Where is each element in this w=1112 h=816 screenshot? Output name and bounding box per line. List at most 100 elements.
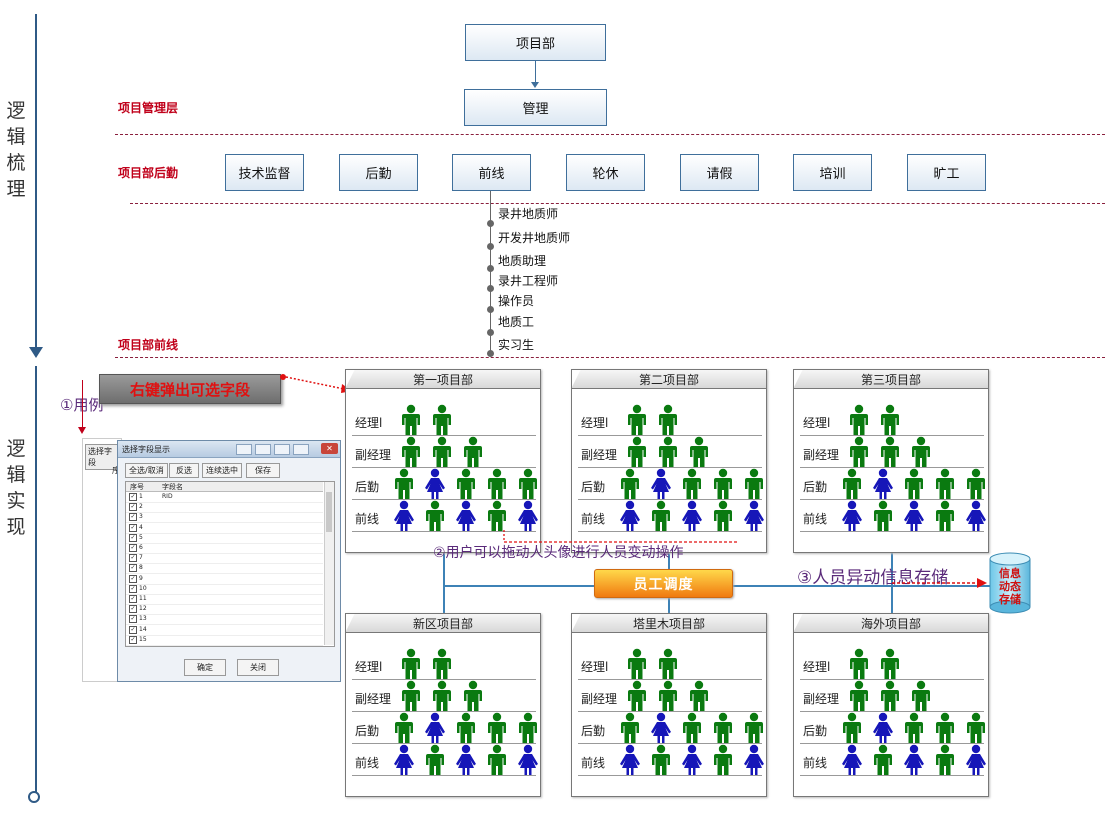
male-person-icon[interactable] (878, 436, 902, 468)
male-person-icon[interactable] (871, 744, 895, 776)
field-scrollbar[interactable] (324, 482, 334, 645)
male-person-icon[interactable] (423, 744, 447, 776)
male-person-icon[interactable] (964, 712, 988, 744)
male-person-icon[interactable] (847, 436, 871, 468)
male-person-icon[interactable] (847, 648, 871, 680)
female-person-icon[interactable] (392, 744, 416, 776)
field-checkbox[interactable]: ✓ (129, 513, 137, 522)
dialog-maximize-icon[interactable] (274, 444, 290, 455)
male-person-icon[interactable] (625, 648, 649, 680)
male-person-icon[interactable] (909, 680, 933, 712)
male-person-icon[interactable] (878, 680, 902, 712)
field-checkbox[interactable]: ✓ (129, 605, 137, 614)
female-person-icon[interactable] (392, 500, 416, 532)
field-checkbox[interactable]: ✓ (129, 523, 137, 532)
female-person-icon[interactable] (423, 468, 447, 500)
dialog-help-icon[interactable] (293, 444, 309, 455)
male-person-icon[interactable] (430, 404, 454, 436)
male-person-icon[interactable] (399, 404, 423, 436)
male-person-icon[interactable] (840, 712, 864, 744)
male-person-icon[interactable] (625, 436, 649, 468)
dialog-close-icon[interactable]: ✕ (321, 443, 338, 454)
male-person-icon[interactable] (878, 648, 902, 680)
female-person-icon[interactable] (871, 468, 895, 500)
female-person-icon[interactable] (871, 712, 895, 744)
male-person-icon[interactable] (656, 404, 680, 436)
male-person-icon[interactable] (964, 468, 988, 500)
male-person-icon[interactable] (485, 744, 509, 776)
male-person-icon[interactable] (485, 712, 509, 744)
dialog-restore-icon[interactable] (236, 444, 252, 455)
male-person-icon[interactable] (933, 468, 957, 500)
female-person-icon[interactable] (742, 744, 766, 776)
male-person-icon[interactable] (711, 744, 735, 776)
scroll-thumb[interactable] (326, 492, 332, 532)
male-person-icon[interactable] (454, 468, 478, 500)
field-checkbox[interactable]: ✓ (129, 544, 137, 552)
male-person-icon[interactable] (933, 712, 957, 744)
dialog-minimize-icon[interactable] (255, 444, 271, 455)
female-person-icon[interactable] (902, 744, 926, 776)
male-person-icon[interactable] (656, 436, 680, 468)
female-person-icon[interactable] (454, 744, 478, 776)
female-person-icon[interactable] (454, 500, 478, 532)
female-person-icon[interactable] (742, 500, 766, 532)
male-person-icon[interactable] (847, 404, 871, 436)
female-person-icon[interactable] (964, 500, 988, 532)
female-person-icon[interactable] (423, 712, 447, 744)
male-person-icon[interactable] (399, 680, 423, 712)
female-person-icon[interactable] (649, 712, 673, 744)
male-person-icon[interactable] (625, 404, 649, 436)
male-person-icon[interactable] (399, 648, 423, 680)
male-person-icon[interactable] (742, 468, 766, 500)
male-person-icon[interactable] (878, 404, 902, 436)
male-person-icon[interactable] (399, 436, 423, 468)
btn-save[interactable]: 保存 (246, 463, 280, 478)
male-person-icon[interactable] (430, 436, 454, 468)
male-person-icon[interactable] (711, 712, 735, 744)
male-person-icon[interactable] (871, 500, 895, 532)
female-person-icon[interactable] (649, 468, 673, 500)
male-person-icon[interactable] (902, 468, 926, 500)
female-person-icon[interactable] (964, 744, 988, 776)
field-checkbox[interactable]: ✓ (129, 503, 137, 512)
btn-close[interactable]: 关闭 (237, 659, 279, 676)
male-person-icon[interactable] (423, 500, 447, 532)
male-person-icon[interactable] (516, 712, 540, 744)
male-person-icon[interactable] (618, 712, 642, 744)
male-person-icon[interactable] (687, 680, 711, 712)
male-person-icon[interactable] (909, 436, 933, 468)
btn-select-all[interactable]: 全选/取消 (125, 463, 168, 478)
male-person-icon[interactable] (656, 680, 680, 712)
btn-ok[interactable]: 确定 (184, 659, 226, 676)
field-checkbox[interactable]: ✓ (129, 554, 137, 563)
male-person-icon[interactable] (742, 712, 766, 744)
field-checkbox[interactable]: ✓ (129, 533, 137, 542)
field-checkbox[interactable]: ✓ (129, 574, 137, 583)
female-person-icon[interactable] (902, 500, 926, 532)
male-person-icon[interactable] (392, 468, 416, 500)
male-person-icon[interactable] (840, 468, 864, 500)
male-person-icon[interactable] (454, 712, 478, 744)
male-person-icon[interactable] (430, 680, 454, 712)
field-checkbox[interactable]: ✓ (129, 493, 137, 501)
male-person-icon[interactable] (711, 468, 735, 500)
field-checkbox[interactable]: ✓ (129, 584, 137, 593)
male-person-icon[interactable] (461, 436, 485, 468)
field-row[interactable]: ✓ 15 (126, 635, 323, 646)
female-person-icon[interactable] (840, 744, 864, 776)
male-person-icon[interactable] (933, 744, 957, 776)
male-person-icon[interactable] (649, 744, 673, 776)
male-person-icon[interactable] (847, 680, 871, 712)
male-person-icon[interactable] (625, 680, 649, 712)
male-person-icon[interactable] (680, 712, 704, 744)
male-person-icon[interactable] (618, 468, 642, 500)
female-person-icon[interactable] (840, 500, 864, 532)
male-person-icon[interactable] (392, 712, 416, 744)
field-checkbox[interactable]: ✓ (129, 615, 137, 624)
male-person-icon[interactable] (485, 468, 509, 500)
field-checkbox[interactable]: ✓ (129, 595, 137, 603)
dispatch-button[interactable]: 员工调度 (594, 569, 733, 598)
field-checkbox[interactable]: ✓ (129, 635, 137, 644)
female-person-icon[interactable] (516, 744, 540, 776)
